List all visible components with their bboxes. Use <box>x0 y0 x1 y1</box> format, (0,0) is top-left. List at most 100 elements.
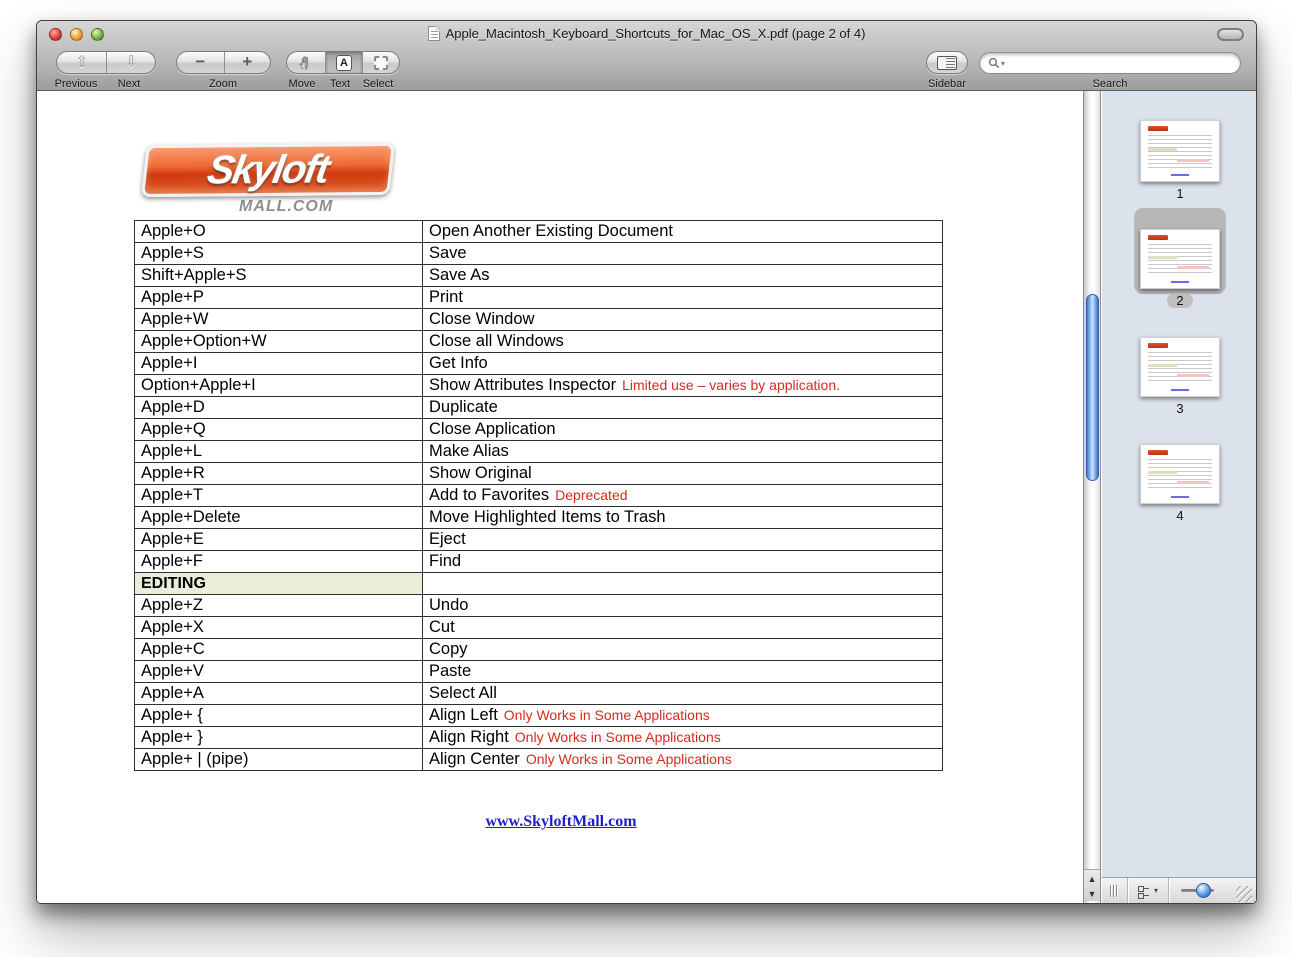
action-text: Show Original <box>429 464 532 482</box>
annotation-text: Limited use – varies by application. <box>622 377 840 393</box>
action-text: Select All <box>429 684 497 702</box>
table-row: Apple+TAdd to FavoritesDeprecated <box>135 485 943 507</box>
action-text: Open Another Existing Document <box>429 222 673 240</box>
shortcut-action-cell <box>423 573 943 595</box>
shortcut-action-cell: Close Window <box>423 309 943 331</box>
skyloft-logo-plate: Skyloft <box>141 143 395 197</box>
annotation-text: Only Works in Some Applications <box>515 729 721 745</box>
mini-text-lines <box>1148 352 1212 384</box>
mini-logo <box>1148 235 1168 240</box>
zoom-out-button[interactable]: − <box>177 52 224 73</box>
pdf-document-icon <box>428 26 440 41</box>
text-tool-button[interactable]: A <box>325 52 362 73</box>
arrow-down-icon: ⇩ <box>125 55 138 71</box>
page-thumbnail-item[interactable]: 4 <box>1137 444 1223 525</box>
shortcut-key-cell: Apple+P <box>135 287 423 309</box>
scroll-down-arrow-icon[interactable]: ▼ <box>1084 887 1100 901</box>
action-text: Add to Favorites <box>429 486 549 504</box>
sidebar-label: Sidebar <box>928 78 966 90</box>
shortcut-action-cell: Save As <box>423 265 943 287</box>
pane-splitter-handle[interactable] <box>1110 885 1117 897</box>
zoom-in-button[interactable]: + <box>224 52 271 73</box>
shortcut-key-cell: Apple+R <box>135 463 423 485</box>
previous-button[interactable]: ⇧ <box>57 52 106 73</box>
search-input[interactable] <box>1005 56 1240 70</box>
shortcut-key-cell: Apple+E <box>135 529 423 551</box>
action-text: Copy <box>429 640 468 658</box>
shortcut-action-cell: Paste <box>423 661 943 683</box>
shortcut-action-cell: Close Application <box>423 419 943 441</box>
shortcut-key-cell: Apple+L <box>135 441 423 463</box>
sidebar-button[interactable] <box>927 52 967 73</box>
page-thumbnail[interactable] <box>1140 337 1220 397</box>
table-row: Apple+ }Align RightOnly Works in Some Ap… <box>135 727 943 749</box>
page-thumbnail[interactable] <box>1140 120 1220 182</box>
mini-logo <box>1148 450 1168 455</box>
table-row: Apple+DDuplicate <box>135 397 943 419</box>
move-tool-button[interactable] <box>287 52 325 73</box>
table-row: Apple+Option+WClose all Windows <box>135 331 943 353</box>
shortcut-key-cell: Apple+F <box>135 551 423 573</box>
page-thumbnail[interactable] <box>1140 444 1220 504</box>
toolbar: ⇧ ⇩ Previous Next − + Zoom <box>37 46 1256 91</box>
window-resize-grip[interactable] <box>1236 886 1252 902</box>
footer-link[interactable]: www.SkyloftMall.com <box>485 813 636 831</box>
zoom-label: Zoom <box>209 78 237 90</box>
page-thumbnail[interactable] <box>1140 229 1220 289</box>
shortcut-key-cell: Apple+W <box>135 309 423 331</box>
shortcut-table: Apple+OOpen Another Existing DocumentApp… <box>134 220 943 771</box>
shortcut-action-cell: Open Another Existing Document <box>423 221 943 243</box>
page-thumbnail-item[interactable]: 2 <box>1137 229 1223 310</box>
table-row: Apple+C Copy <box>135 639 943 661</box>
shortcut-action-cell: Find <box>423 551 943 573</box>
mini-link-line <box>1171 389 1189 391</box>
scrollbar-thumb[interactable] <box>1086 294 1099 481</box>
page-thumbnail-item[interactable]: 3 <box>1137 337 1223 418</box>
mini-text-lines <box>1148 135 1212 169</box>
shortcut-key-cell: Apple+C <box>135 639 423 661</box>
sidebar-toggle-control <box>926 51 968 74</box>
annotation-text: Deprecated <box>555 487 627 503</box>
search-field[interactable]: ▾ <box>979 52 1241 74</box>
search-label: Search <box>1093 78 1128 90</box>
action-text: Align Center <box>429 750 520 768</box>
chevron-down-icon: ▾ <box>1154 886 1158 895</box>
thumbnail-view-menu-button[interactable]: ▾ <box>1128 878 1168 903</box>
shortcut-action-cell: Align CenterOnly Works in Some Applicati… <box>423 749 943 771</box>
shortcut-table-body: Apple+OOpen Another Existing DocumentApp… <box>135 221 943 771</box>
shortcut-action-cell: Duplicate <box>423 397 943 419</box>
shortcut-key-cell: Apple+I <box>135 353 423 375</box>
vertical-scrollbar[interactable]: ▲ ▼ <box>1083 91 1101 903</box>
shortcut-key-cell: Apple+Z <box>135 595 423 617</box>
shortcut-action-cell: Cut <box>423 617 943 639</box>
action-text: Show Attributes Inspector <box>429 376 616 394</box>
shortcut-key-cell: Apple+ { <box>135 705 423 727</box>
shortcut-action-cell: Copy <box>423 639 943 661</box>
shortcut-key-cell: Option+Apple+I <box>135 375 423 397</box>
preview-window: Apple_Macintosh_Keyboard_Shortcuts_for_M… <box>36 20 1257 904</box>
dashed-rect-icon <box>374 56 388 70</box>
slider-knob[interactable] <box>1196 883 1211 898</box>
thumbnail-size-slider[interactable] <box>1175 878 1230 903</box>
select-tool-button[interactable] <box>362 52 399 73</box>
action-text: Move Highlighted Items to Trash <box>429 508 666 526</box>
table-row: Apple+ {Align LeftOnly Works in Some App… <box>135 705 943 727</box>
table-row: Apple+R Show Original <box>135 463 943 485</box>
minus-icon: − <box>195 53 205 72</box>
next-button[interactable]: ⇩ <box>106 52 155 73</box>
action-text: Cut <box>429 618 455 636</box>
prev-next-control: ⇧ ⇩ <box>56 51 156 74</box>
action-text: Save <box>429 244 467 262</box>
titlebar[interactable]: Apple_Macintosh_Keyboard_Shortcuts_for_M… <box>37 21 1256 46</box>
scroll-up-arrow-icon[interactable]: ▲ <box>1084 872 1100 886</box>
table-row: Apple+PPrint <box>135 287 943 309</box>
action-text: Align Right <box>429 728 509 746</box>
page-thumbnail-item[interactable]: 1 <box>1137 120 1223 203</box>
table-row: Apple+SSave <box>135 243 943 265</box>
magnifier-icon: ▾ <box>988 57 1005 69</box>
toolbar-toggle-pill-button[interactable] <box>1217 28 1244 41</box>
thumbnail-list: 1 2 3 4 <box>1102 91 1256 877</box>
shortcut-key-cell: Apple+Delete <box>135 507 423 529</box>
table-row: Apple+IGet Info <box>135 353 943 375</box>
text-a-icon: A <box>336 55 352 71</box>
